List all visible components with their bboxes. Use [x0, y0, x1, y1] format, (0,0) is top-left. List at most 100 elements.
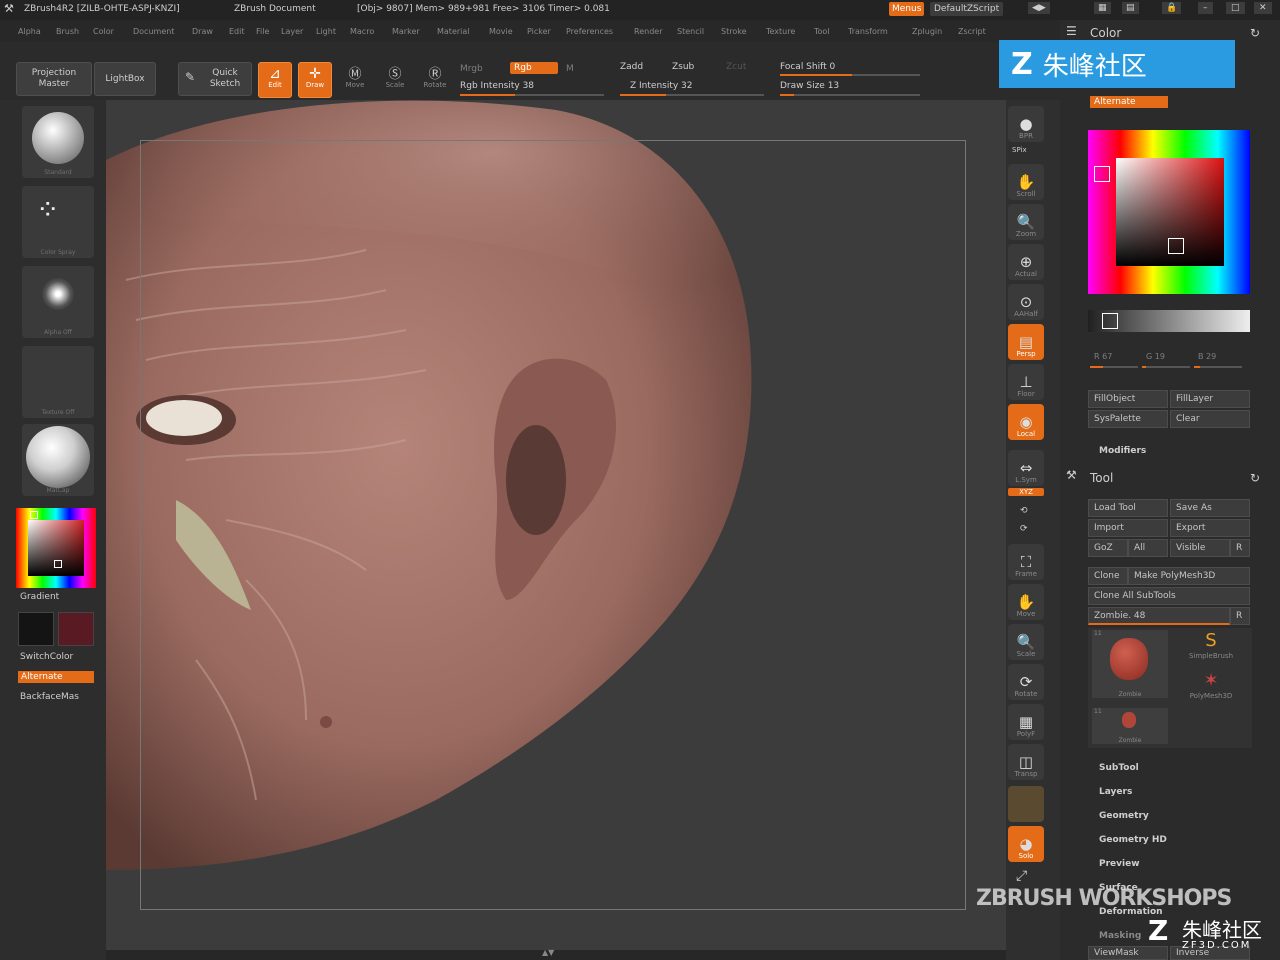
modifiers-section[interactable]: Modifiers [1099, 446, 1146, 456]
aahalf-button[interactable]: ⊙ AAHalf [1008, 284, 1044, 320]
main-color-swatch[interactable] [18, 612, 54, 646]
preview-section[interactable]: Preview [1099, 859, 1140, 869]
default-zscript-button[interactable]: DefaultZScript [930, 2, 1004, 16]
menu-movie[interactable]: Movie [489, 27, 513, 36]
fill-layer-button[interactable]: FillLayer [1170, 390, 1250, 408]
tool-panel-title[interactable]: Tool [1090, 471, 1113, 485]
save-as-button[interactable]: Save As [1170, 499, 1250, 517]
lightbox-button[interactable]: LightBox [94, 62, 156, 96]
projection-master-button[interactable]: Projection Master [16, 62, 92, 96]
blue-slider[interactable] [1194, 366, 1242, 368]
texture-thumb[interactable]: Texture Off [22, 346, 94, 418]
grayscale-bar[interactable] [1088, 310, 1250, 332]
stroke-thumb[interactable]: ⁘ Color Spray [22, 186, 94, 258]
draw-button[interactable]: ✛ Draw [298, 62, 332, 98]
transp-button[interactable]: ◫ Transp [1008, 744, 1044, 780]
rotate-z-icon[interactable]: ⟳ [1020, 524, 1028, 534]
goz-all-button[interactable]: All [1128, 539, 1168, 557]
spix-label[interactable]: SPix [1012, 146, 1027, 154]
rgb-button[interactable]: Rgb [510, 62, 558, 74]
xyz-button[interactable]: XYZ [1008, 488, 1044, 496]
menu-document[interactable]: Document [133, 27, 174, 36]
menu-picker[interactable]: Picker [527, 27, 551, 36]
zombie-tool-thumb-small[interactable]: 11 Zombie [1092, 708, 1168, 744]
menu-zplugin[interactable]: Zplugin [912, 27, 942, 36]
zadd-button[interactable]: Zadd [620, 62, 643, 72]
local-button[interactable]: ◉ Local [1008, 404, 1044, 440]
zsub-button[interactable]: Zsub [672, 62, 694, 72]
clone-all-subtools-button[interactable]: Clone All SubTools [1088, 587, 1250, 605]
ghost-button[interactable] [1008, 786, 1044, 822]
goz-r-button[interactable]: R [1230, 539, 1250, 557]
menu-edit[interactable]: Edit [229, 27, 245, 36]
current-tool-slider[interactable]: Zombie. 48 [1088, 607, 1230, 625]
make-polymesh-button[interactable]: Make PolyMesh3D [1128, 567, 1250, 585]
menu-layer[interactable]: Layer [281, 27, 303, 36]
view-rotate-button[interactable]: ⟳ Rotate [1008, 664, 1044, 700]
menu-stencil[interactable]: Stencil [677, 27, 704, 36]
view-move-button[interactable]: ✋ Move [1008, 584, 1044, 620]
expand-icon[interactable]: ⤢ [1016, 868, 1027, 884]
menu-transform[interactable]: Transform [848, 27, 888, 36]
menu-alpha[interactable]: Alpha [18, 27, 41, 36]
goz-visible-button[interactable]: Visible [1170, 539, 1230, 557]
menu-render[interactable]: Render [634, 27, 662, 36]
green-slider[interactable] [1142, 366, 1190, 368]
menu-zscript[interactable]: Zscript [958, 27, 986, 36]
bpr-button[interactable]: ● BPR [1008, 106, 1044, 142]
fill-object-button[interactable]: FillObject [1088, 390, 1168, 408]
scale-button[interactable]: Ⓢ Scale [378, 62, 412, 98]
menu-file[interactable]: File [256, 27, 269, 36]
tool-r-button[interactable]: R [1230, 607, 1250, 625]
menu-color[interactable]: Color [93, 27, 114, 36]
subtool-section[interactable]: SubTool [1099, 763, 1139, 773]
menu-marker[interactable]: Marker [392, 27, 420, 36]
lsym-button[interactable]: ⇔ L.Sym [1008, 450, 1044, 486]
menu-preferences[interactable]: Preferences [566, 27, 613, 36]
canvas-viewport[interactable] [106, 100, 1006, 950]
mini-color-picker[interactable] [16, 508, 96, 588]
z-intensity-slider[interactable] [620, 94, 764, 96]
solo-button[interactable]: ◕ Solo [1008, 826, 1044, 862]
color-picker-hue-ring[interactable] [1088, 130, 1250, 294]
edit-button[interactable]: ⊿ Edit [258, 62, 292, 98]
floor-button[interactable]: ⊥ Floor [1008, 364, 1044, 400]
rotate-button[interactable]: Ⓡ Rotate [418, 62, 452, 98]
left-right-icon[interactable]: ◀▶ [1028, 2, 1050, 14]
simplebrush-tool-thumb[interactable]: S SimpleBrush [1176, 630, 1246, 666]
color-reset-icon[interactable]: ↻ [1250, 26, 1260, 40]
alternate-button[interactable]: Alternate [18, 671, 94, 683]
color-menu-icon[interactable]: ☰ [1066, 24, 1077, 38]
m-button[interactable]: M [566, 64, 574, 74]
rgb-intensity-slider[interactable] [460, 94, 604, 96]
blue-value[interactable]: B 29 [1198, 352, 1216, 361]
polyf-button[interactable]: ▦ PolyF [1008, 704, 1044, 740]
move-button[interactable]: Ⓜ Move [338, 62, 372, 98]
rotate-y-icon[interactable]: ⟲ [1020, 506, 1028, 516]
lock-icon[interactable]: 🔒 [1162, 2, 1182, 14]
menu-material[interactable]: Material [437, 27, 470, 36]
goz-button[interactable]: GoZ [1088, 539, 1128, 557]
menu-draw[interactable]: Draw [192, 27, 213, 36]
draw-size-slider[interactable] [780, 94, 920, 96]
import-button[interactable]: Import [1088, 519, 1168, 537]
zombie-tool-thumb[interactable]: 11 Zombie [1092, 630, 1168, 698]
material-thumb[interactable]: MatCap [22, 424, 94, 496]
palette-icon[interactable]: ▤ [1122, 2, 1139, 14]
clone-button[interactable]: Clone [1088, 567, 1128, 585]
clear-button[interactable]: Clear [1170, 410, 1250, 428]
tool-menu-icon[interactable]: ⚒ [1066, 468, 1077, 482]
mrgb-button[interactable]: Mrgb [460, 64, 483, 74]
color-alternate-button[interactable]: Alternate [1090, 96, 1168, 108]
bottom-expand-icon[interactable]: ▲▼ [542, 948, 554, 957]
menu-stroke[interactable]: Stroke [721, 27, 747, 36]
alpha-thumb[interactable]: Alpha Off [22, 266, 94, 338]
close-icon[interactable]: ✕ [1254, 2, 1272, 14]
geometry-hd-section[interactable]: Geometry HD [1099, 835, 1167, 845]
switch-color-button[interactable]: SwitchColor [20, 652, 73, 662]
maximize-icon[interactable]: □ [1226, 2, 1245, 14]
layout-icon[interactable]: ▦ [1094, 2, 1111, 14]
menu-tool[interactable]: Tool [814, 27, 830, 36]
quick-sketch-button[interactable]: ✎ Quick Sketch [178, 62, 252, 96]
green-value[interactable]: G 19 [1146, 352, 1165, 361]
